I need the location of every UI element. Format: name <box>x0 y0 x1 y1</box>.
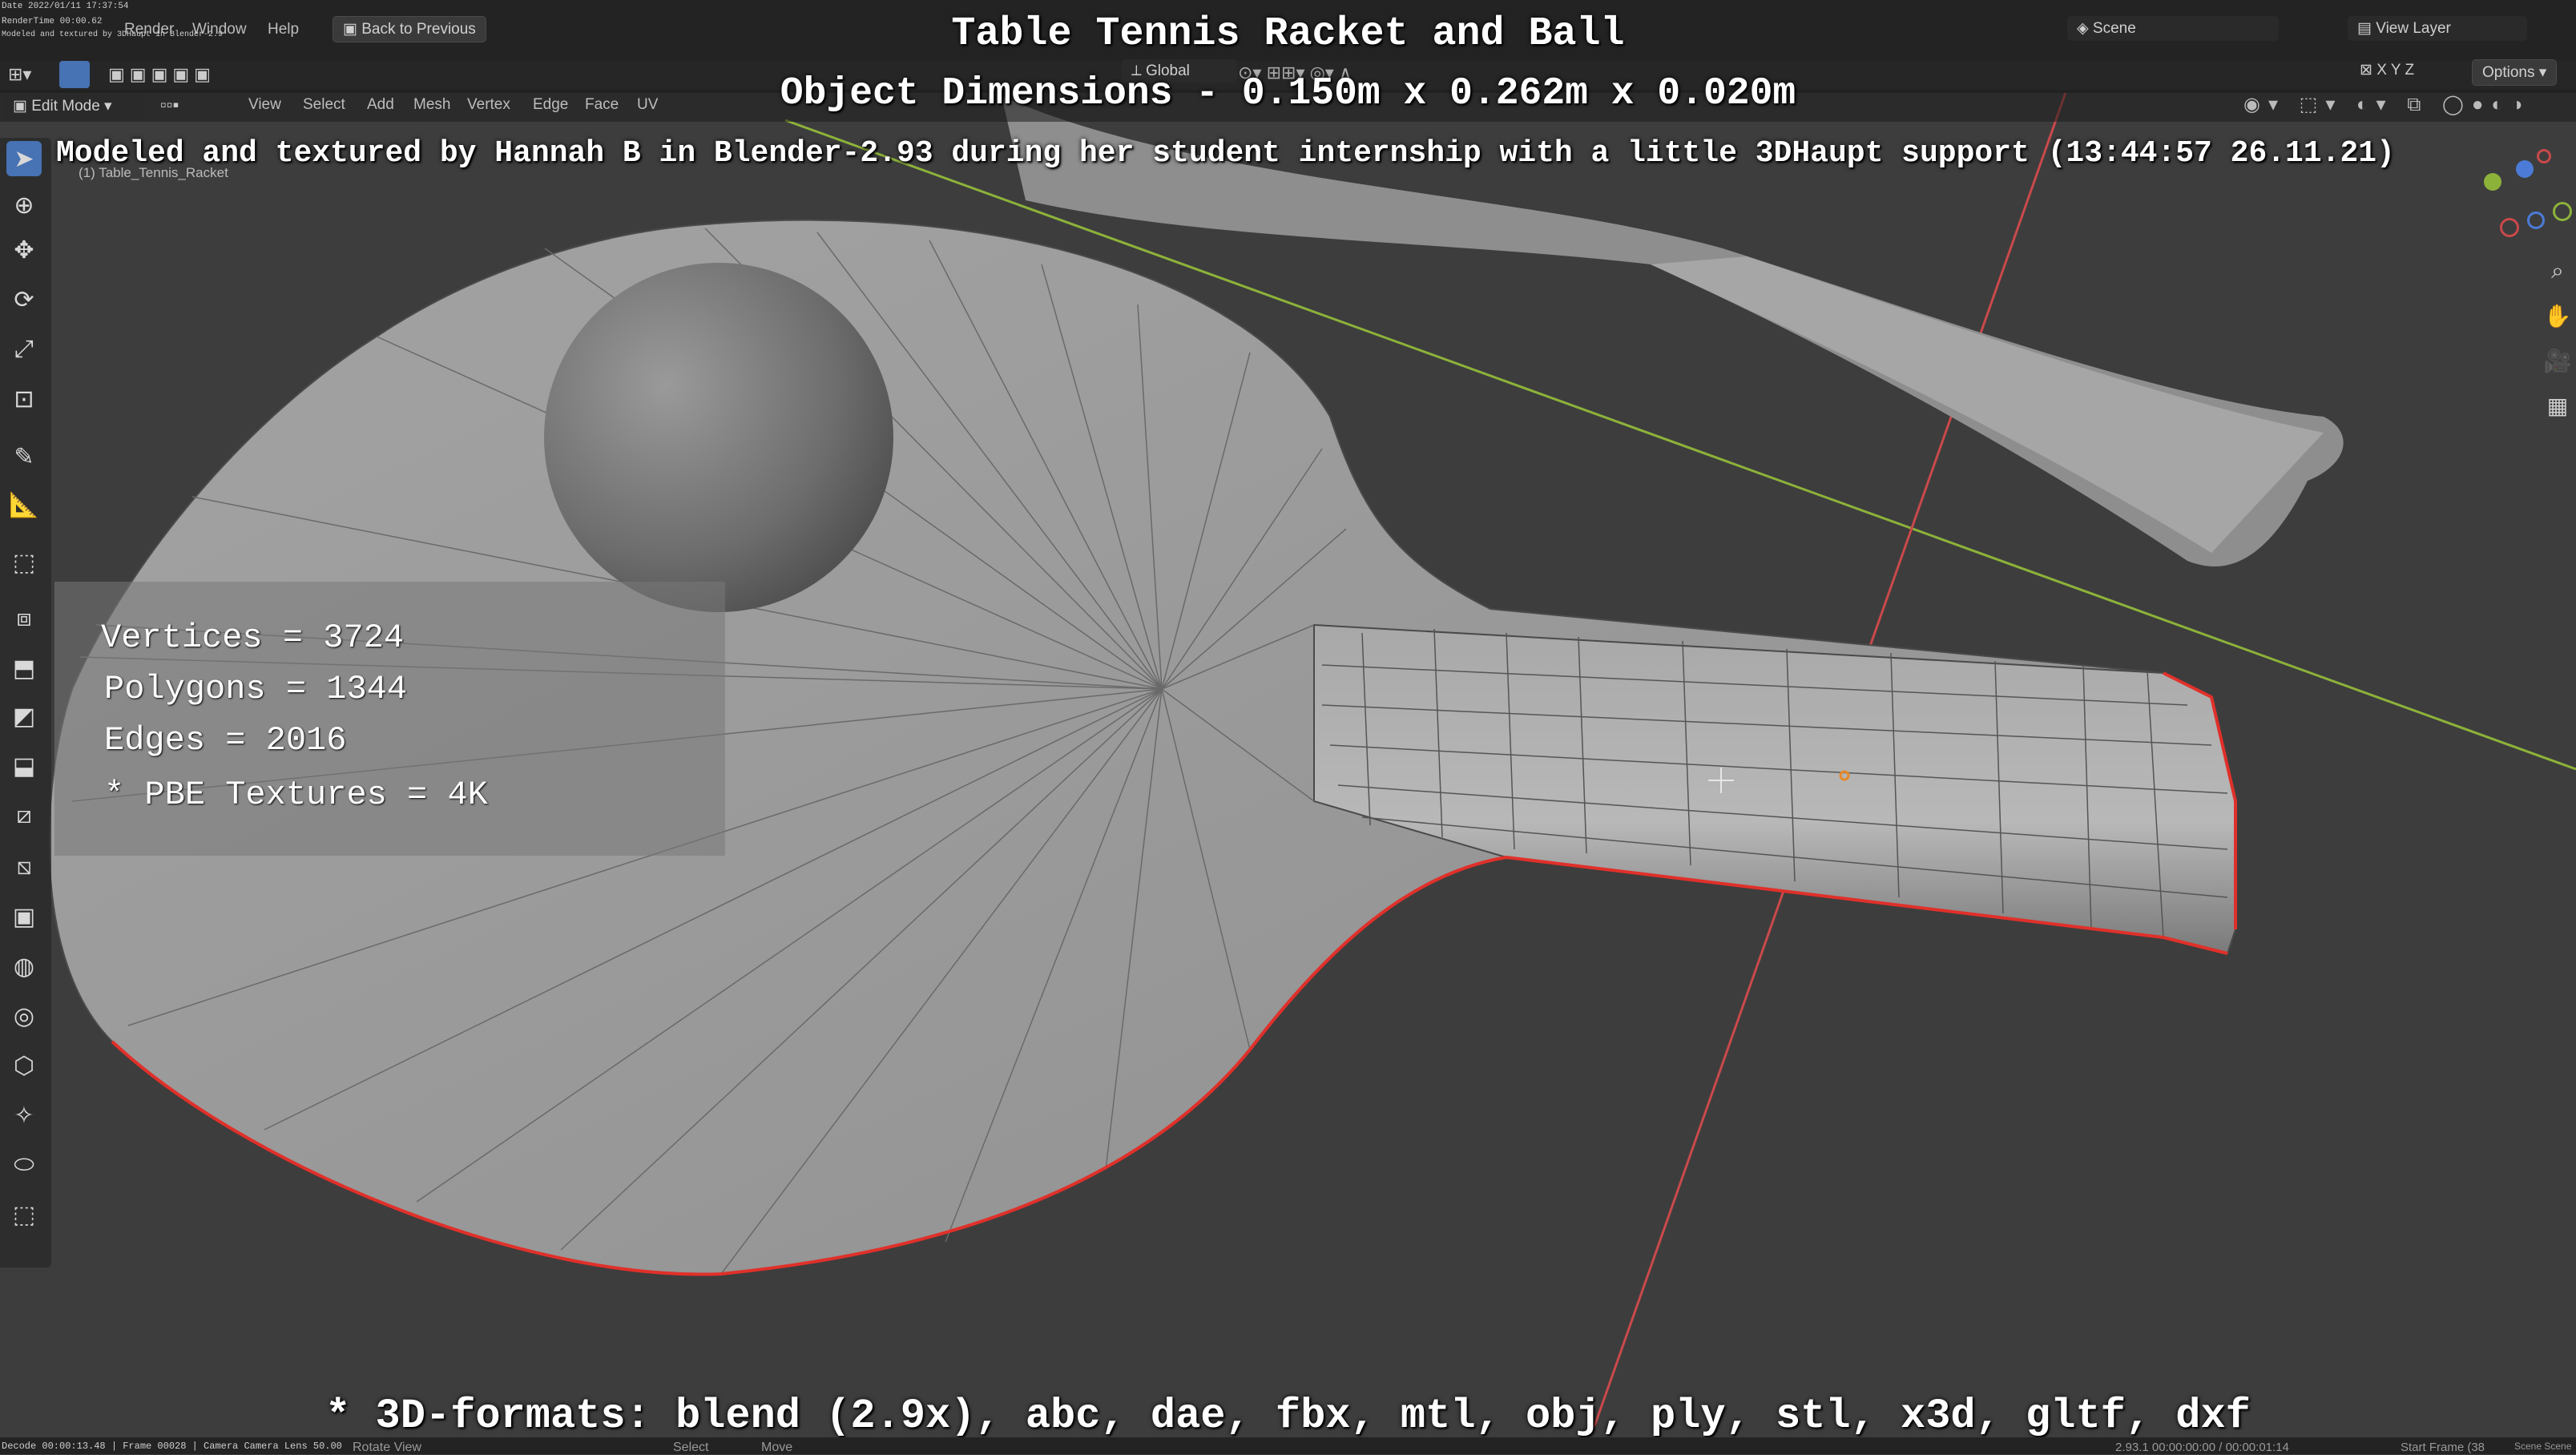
edge-slide-icon[interactable]: ◎ <box>6 998 42 1034</box>
select-box-icon[interactable]: ➤ <box>6 141 42 176</box>
edges-count: Edges = 2016 <box>104 721 347 760</box>
pan-hand-icon[interactable]: ✋ <box>2542 300 2574 332</box>
rip-icon[interactable]: ⬭ <box>6 1147 42 1183</box>
navigation-buttons: ⌕ ✋ 🎥 ▦ <box>2542 255 2574 431</box>
decode-info: Decode 00:00:13.48 | Frame 00028 | Camer… <box>2 1441 342 1452</box>
date-line: Date 2022/01/11 17:37:54 <box>2 2 129 11</box>
gizmo-x-axis[interactable] <box>2537 149 2551 163</box>
measure-icon[interactable]: 📐 <box>6 487 42 522</box>
gizmo-neg-x-axis[interactable] <box>2500 218 2519 237</box>
gizmo-y-axis[interactable] <box>2484 173 2501 191</box>
spin-icon[interactable]: ▣ <box>6 899 42 934</box>
bevel-icon[interactable]: ◩ <box>6 699 42 734</box>
gizmo-neg-y-axis[interactable] <box>2553 202 2572 221</box>
stats-panel: Vertices = 3724 Polygons = 1344 Edges = … <box>54 582 725 856</box>
polygons-count: Polygons = 1344 <box>104 670 408 708</box>
ping-pong-ball <box>544 263 893 612</box>
camera-view-icon[interactable]: 🎥 <box>2542 345 2574 377</box>
zoom-icon[interactable]: ⌕ <box>2542 255 2574 287</box>
scene-scene-label: Scene Scene <box>2514 1441 2572 1452</box>
perspective-grid-icon[interactable]: ▦ <box>2542 389 2574 421</box>
annotate-icon[interactable]: ✎ <box>6 439 42 474</box>
move-hint: Move <box>761 1441 793 1454</box>
rotate-view-hint: Rotate View <box>353 1441 421 1454</box>
select-hint: Select <box>673 1441 709 1454</box>
transform-icon[interactable]: ⊡ <box>6 381 42 417</box>
rotate-icon[interactable]: ⟳ <box>6 282 42 317</box>
gizmo-neg-z-axis[interactable] <box>2527 212 2545 229</box>
inset-icon[interactable]: ⬒ <box>6 651 42 686</box>
tool-shelf-items: ➤ ⊕ ✥ ⟳ ⤢ ⊡ ✎ 📐 ⬚ ⧈ ⬒ ◩ ⬓ ⧄ ⧅ ▣ ◍ ◎ ⬡ ✧ … <box>0 138 51 1276</box>
poly-build-icon[interactable]: ⧅ <box>6 849 42 885</box>
to-sphere-icon[interactable]: ⬚ <box>6 1197 42 1232</box>
credit-line: Modeled and textured by Hannah B in Blen… <box>56 136 2395 171</box>
shrink-fatten-icon[interactable]: ⬡ <box>6 1048 42 1083</box>
textures-info: * PBE Textures = 4K <box>104 776 488 814</box>
knife-icon[interactable]: ⧄ <box>6 798 42 833</box>
cursor-icon[interactable]: ⊕ <box>6 187 42 223</box>
smooth-icon[interactable]: ◍ <box>6 949 42 984</box>
extrude-icon[interactable]: ⧈ <box>6 601 42 636</box>
move-icon[interactable]: ✥ <box>6 232 42 268</box>
model-title: Table Tennis Racket and Ball <box>951 11 1625 57</box>
start-frame: Start Frame (38 <box>2401 1441 2485 1454</box>
add-cube-icon[interactable]: ⬚ <box>6 545 42 580</box>
gizmo-z-axis[interactable] <box>2516 160 2534 178</box>
navigation-gizmo[interactable] <box>2476 144 2572 240</box>
version-time: 2.93.1 00:00:00:00 / 00:00:01:14 <box>2115 1441 2289 1454</box>
object-dimensions: Object Dimensions - 0.150m x 0.262m x 0.… <box>780 72 1796 115</box>
shear-icon[interactable]: ✧ <box>6 1098 42 1133</box>
formats-line: * 3D-formats: blend (2.9x), abc, dae, fb… <box>325 1393 2251 1440</box>
loop-cut-icon[interactable]: ⬓ <box>6 748 42 784</box>
vertices-count: Vertices = 3724 <box>101 619 405 657</box>
scale-icon[interactable]: ⤢ <box>6 332 42 367</box>
